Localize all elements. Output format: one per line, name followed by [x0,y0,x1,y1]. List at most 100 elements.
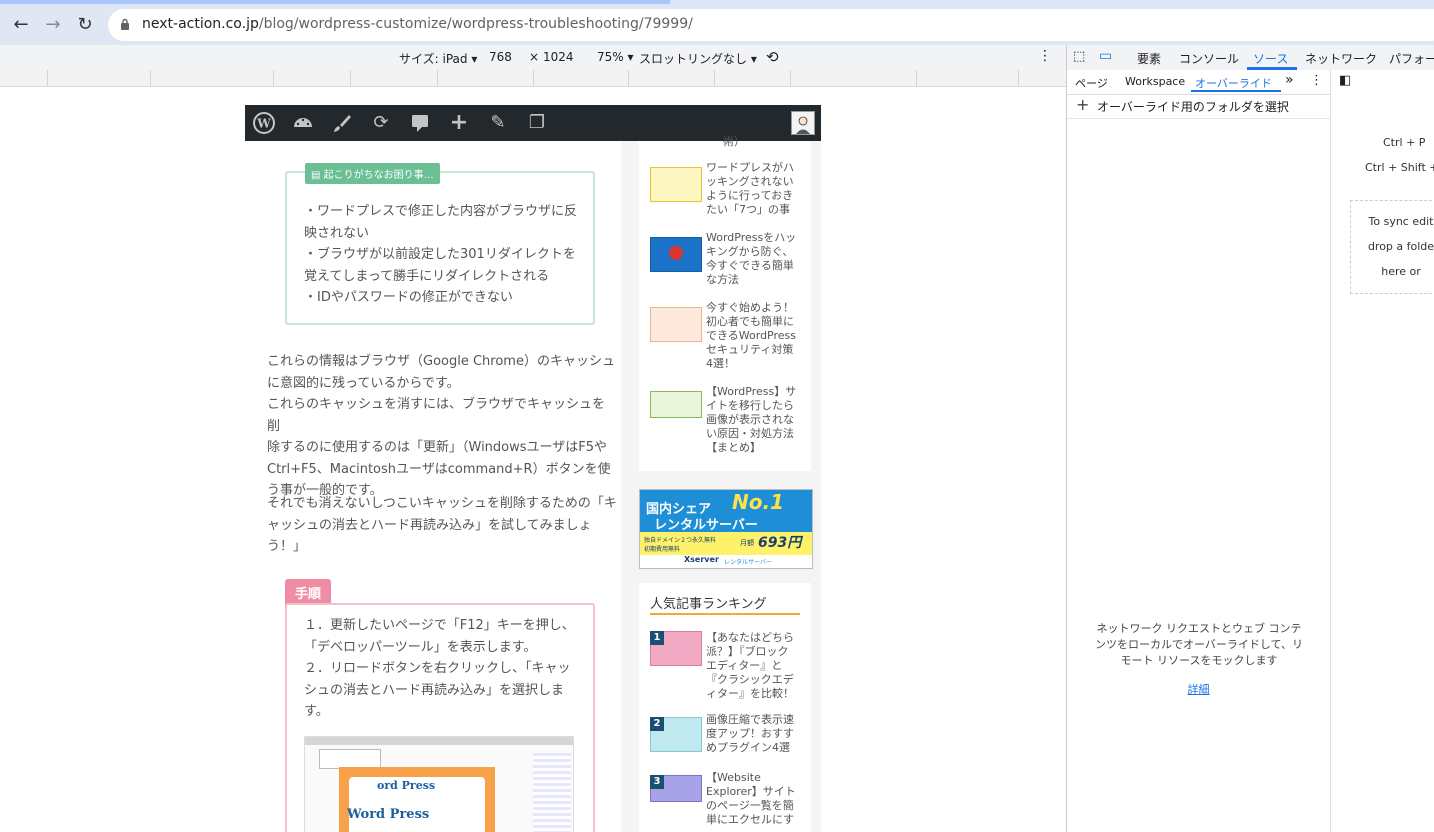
step-line: ２．リロードボタンを右クリックし、「キャッ [304,661,571,676]
address-bar[interactable]: next-action.co.jp/blog/wordpress-customi… [108,9,1434,41]
new-content-plus-icon[interactable]: + [448,112,470,134]
lock-icon [121,18,129,30]
step-line: 「デベロッパーツール」を表示します。 [304,639,537,655]
learn-more-link[interactable]: 詳細 [1067,681,1330,697]
rank-badge: 2 [650,717,664,731]
paragraph: それでも消えないしつこいキャッシュを削除するための「キ ャッシュの消去とハード再… [267,493,617,558]
reload-icon[interactable]: ↻ [72,13,98,37]
shortcut-command: Ctrl + Shift + I [1365,161,1434,174]
paragraph-line: 除するのに使用するのは「更新」（WindowsユーザはF5や [267,440,608,455]
trouble-box-list: ・ワードプレスで修正した内容がブラウザに反 映されない ・ブラウザが以前設定した… [304,201,594,309]
related-thumb [650,237,702,272]
tab-performance[interactable]: パフォー [1389,50,1434,67]
back-arrow-icon[interactable]: ← [8,13,34,37]
xserver-ad-banner[interactable]: 国内シェア No.1 レンタルサーバー 独自ドメイン２つ永久無料 初期費用無料 … [639,489,813,569]
ranking-underline [650,613,800,615]
avatar[interactable] [791,111,815,135]
edit-pencil-icon[interactable]: ✎ [487,112,509,134]
device-size-select[interactable]: サイズ: iPad ▾ [399,50,477,67]
throttle-select[interactable]: スロットリングなし ▾ [639,50,757,67]
inspect-element-icon[interactable]: ⬚ [1073,49,1085,64]
related-item[interactable]: 【WordPress】サ イトを移行したら 画像が表示されな い原因・対処方法 【まとめ… [650,385,810,461]
screenshot-menu [319,749,381,769]
trouble-line: ・ブラウザが以前設定した301リダイレクトを [304,247,576,262]
shortcut-open-file: Ctrl + P [1383,136,1426,149]
ad-no1: No.1 [732,490,784,514]
device-height-input[interactable]: 1024 [543,50,574,64]
active-tab-indicator [0,0,670,4]
related-title: 今すぐ始めよう！ 初心者でも簡単に できるWordPress セキュリティ対策 4選！ [706,301,797,370]
ranking-item-title: 【Website Explorer】サイト のページ一覧を簡 単にエクセルにす [706,771,796,826]
screenshot-title-2: Word Press [347,807,430,822]
screenshot-code-panel [533,753,571,832]
overrides-navigator: + オーバーライド用のフォルダを選択 ネットワーク リクエストとウェブ コンテン… [1067,94,1331,832]
rotate-icon[interactable]: ⟲ [766,48,779,66]
overrides-description: ネットワーク リクエストとウェブ コンテ ンツをローカルでオーバーライドして、リモ… [1094,622,1303,667]
select-folder-row[interactable]: + オーバーライド用のフォルダを選択 [1067,94,1330,119]
related-posts-card: 術） ワードプレスがハ ッキングされない ように行っておき たい「7つ」の事 Word… [639,135,811,471]
ad-price-prefix: 月額 [740,539,754,547]
dimension-times: × [529,50,540,64]
paragraph-line: ャッシュの消去とハード再読み込み」を試してみましょ [267,517,592,533]
browser-toolbar: ← → ↻ next-action.co.jp/blog/wordpress-c… [0,5,1434,45]
step-line: １．更新したいページで「F12」キーを押し、 [304,618,575,633]
rank-badge: 3 [650,775,664,789]
wordpress-logo-icon[interactable]: W [253,112,275,134]
ranking-item[interactable]: 3 【Website Explorer】サイト のページ一覧を簡 単にエクセルにす [650,771,810,832]
trouble-line: 覚えてしまって勝手にリダイレクトされる [304,268,550,284]
subtab-overrides[interactable]: オーバーライド [1195,75,1272,91]
more-tabs-icon[interactable]: » [1285,72,1294,88]
kebab-menu-icon[interactable]: ⋮ [1310,73,1323,88]
tab-sources[interactable]: ソース [1253,50,1288,67]
device-width-input[interactable]: 768 [489,50,512,64]
ranking-item[interactable]: 1 【あなたはどちら 派？】『ブロック エディター』と 『クラシックエデ ィター』を比較… [650,631,810,707]
steps-list: １．更新したいページで「F12」キーを押し、 「デベロッパーツール」を表示します… [304,615,589,723]
trouble-line: 映されない [304,225,370,241]
paragraph-line: これらの情報はブラウザ（Google Chrome）のキャッシュ [267,354,615,369]
customize-brush-icon[interactable] [331,112,353,134]
related-item[interactable]: WordPressをハッ キングから防ぐ、 今すぐできる簡単 な方法 [650,231,810,293]
emulated-page: W ⟳ + ✎ ❐ ▤ 起こりがちなお困り事… ・ワードプレスで修正した内容がブ… [245,105,821,832]
device-toolbar: サイズ: iPad ▾ 768 × 1024 75% ▾ スロットリングなし ▾… [0,45,1066,71]
screenshot-chrome [305,737,573,745]
related-item[interactable]: ワードプレスがハ ッキングされない ように行っておき たい「7つ」の事 [650,161,810,223]
updates-icon[interactable]: ⟳ [370,112,392,134]
toggle-sidebar-icon[interactable]: ◧ [1339,73,1351,88]
comments-icon[interactable] [409,112,431,134]
related-title: 【WordPress】サ イトを移行したら 画像が表示されな い原因・対処方法 【まとめ… [706,385,797,454]
url-path: /blog/wordpress-customize/wordpress-trou… [258,16,693,32]
ranking-card: 人気記事ランキング 1 【あなたはどちら 派？】『ブロック エディター』と 『クラシッ… [639,583,811,832]
tab-elements[interactable]: 要素 [1137,50,1161,67]
rank-badge: 1 [650,631,664,645]
drop-folder-zone[interactable]: To sync edit drop a folde here or [1350,200,1434,294]
steps-label: 手順 [285,579,332,606]
duplicate-icon[interactable]: ❐ [526,112,548,134]
sources-editor-placeholder: Ctrl + P Ctrl + Shift + I To sync editdr… [1331,94,1434,832]
trouble-line: ・IDやパスワードの修正ができない [304,290,513,305]
step-line: シュの消去とハード再読み込み」を選択しま [304,682,565,698]
more-options-icon[interactable]: ⋮ [1038,48,1052,64]
svg-text:W: W [256,117,271,131]
related-item[interactable]: 今すぐ始めよう！ 初心者でも簡単に できるWordPress セキュリティ対策 4選！ [650,301,810,377]
screenshot-image: ord Press Word Press [304,736,574,832]
partial-text: 術） [723,135,745,148]
trouble-box-label: ▤ 起こりがちなお困り事… [305,163,440,184]
subtab-workspace[interactable]: Workspace [1125,75,1185,88]
ad-check1: 独自ドメイン２つ永久無料 [644,537,717,544]
plus-icon: + [1076,95,1090,114]
dashboard-icon[interactable] [292,112,314,134]
subtab-page[interactable]: ページ [1075,75,1108,91]
paragraph-line: う！」 [267,539,307,554]
sources-subtabbar: ページ Workspace オーバーライド » ⋮ ◧ [1067,70,1434,95]
devtools-tabbar: ⬚ ▭ 要素 コンソール ソース ネットワーク パフォー [1067,45,1434,71]
device-toggle-icon[interactable]: ▭ [1099,48,1112,64]
article-content: ▤ 起こりがちなお困り事… ・ワードプレスで修正した内容がブラウザに反 映されな… [245,141,621,832]
forward-arrow-icon[interactable]: → [40,13,66,37]
ranking-item[interactable]: 2 画像圧縮で表示速 度アップ！おすす めプラグイン4選 [650,713,810,763]
tab-console[interactable]: コンソール [1179,50,1239,67]
ranking-item-title: 【あなたはどちら 派？】『ブロック エディター』と 『クラシックエデ ィター』を比較！ [706,631,794,700]
zoom-select[interactable]: 75% ▾ [597,50,634,64]
tab-network[interactable]: ネットワーク [1305,50,1377,67]
step-line: す。 [304,704,329,719]
paragraph: これらの情報はブラウザ（Google Chrome）のキャッシュ に意図的に残っ… [267,351,617,502]
